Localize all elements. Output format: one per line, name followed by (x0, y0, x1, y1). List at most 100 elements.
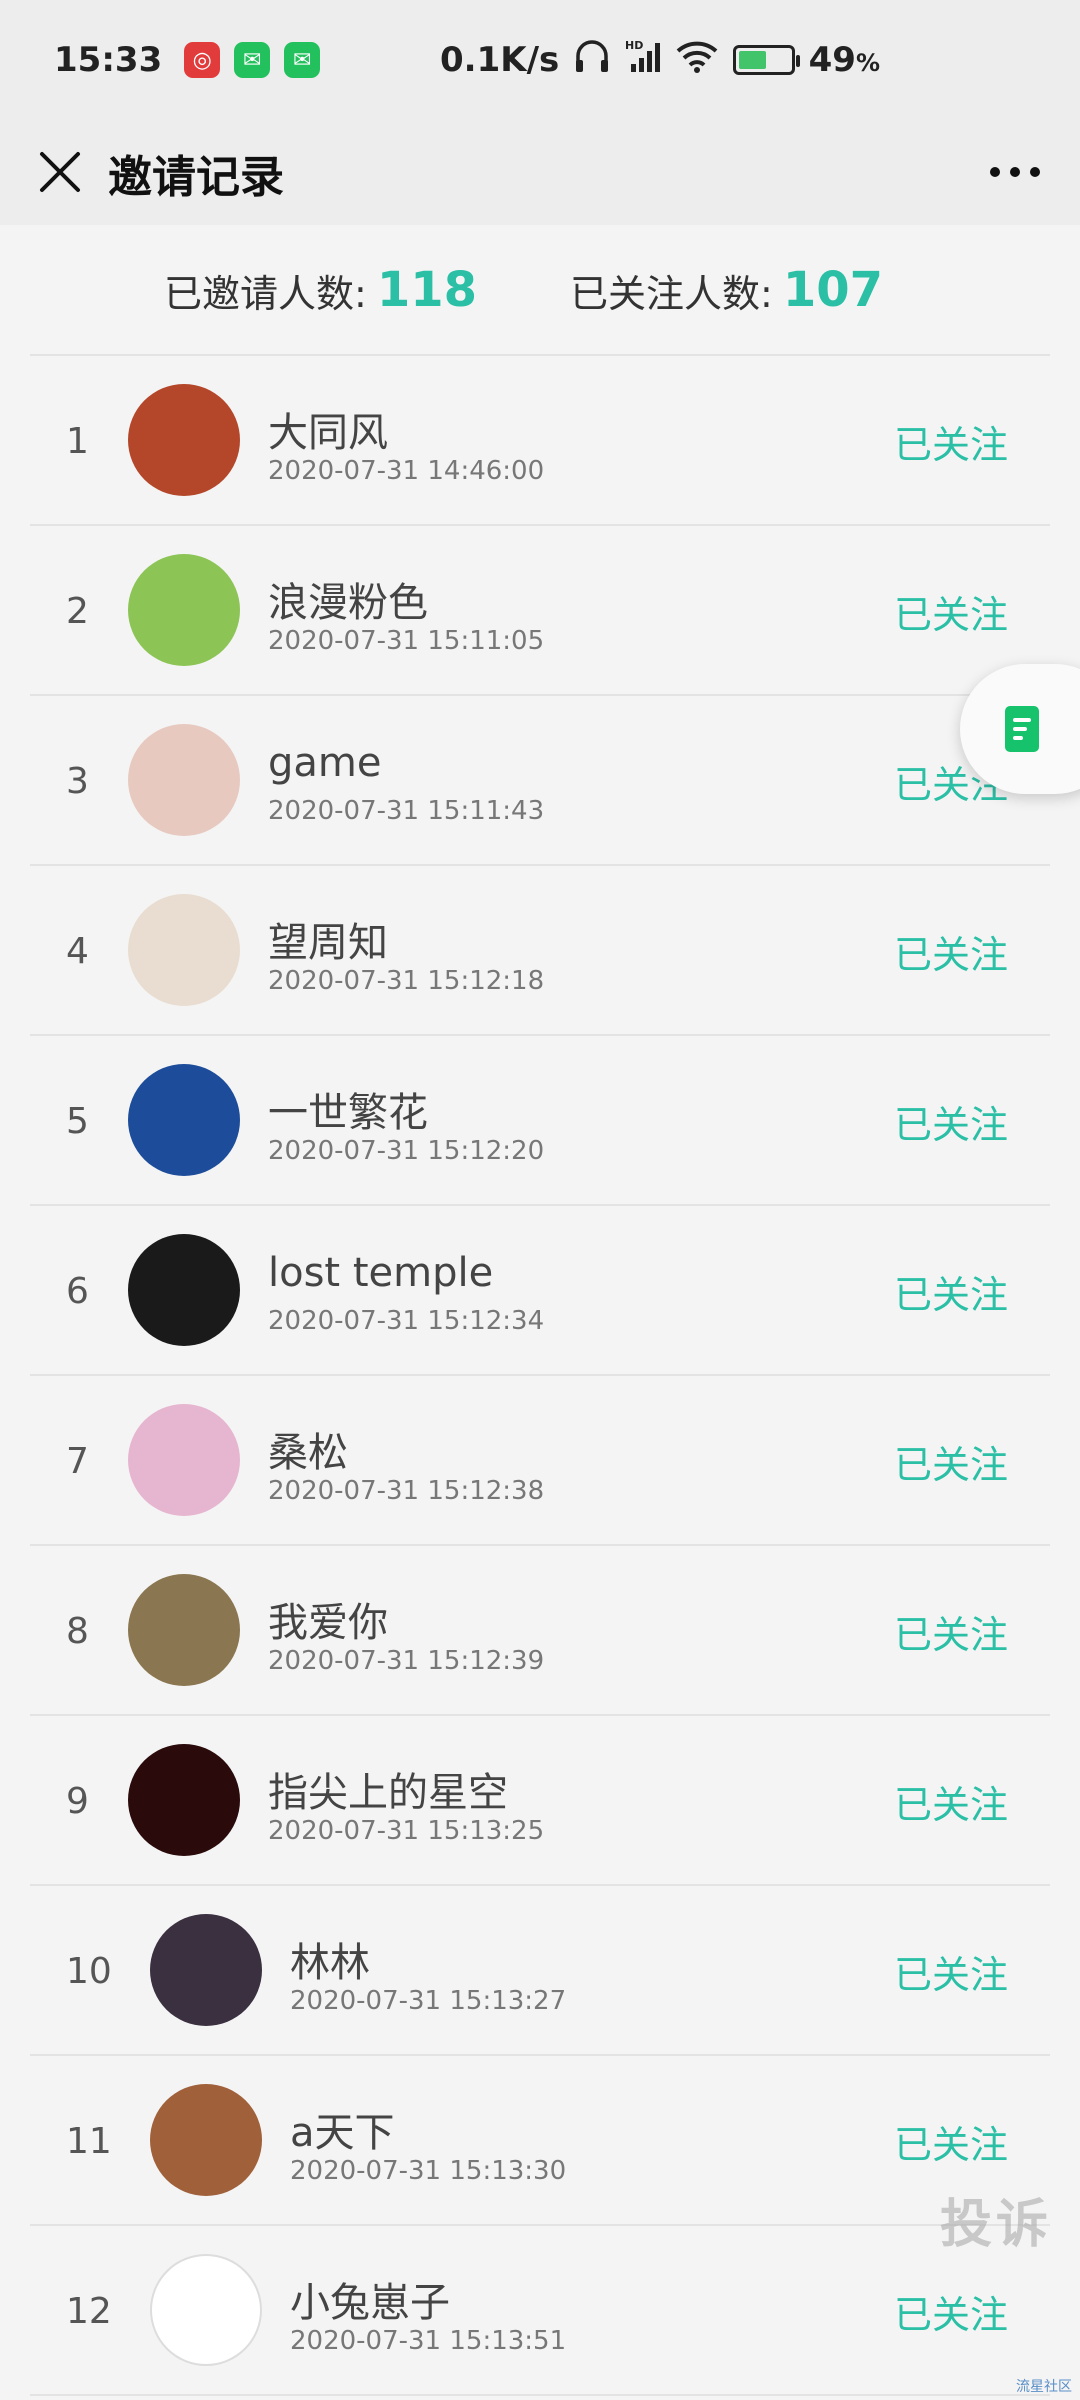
corner-watermark: 流星社区 (1016, 2379, 1072, 2395)
user-name: 桑松 (268, 1430, 348, 1476)
close-button[interactable] (28, 140, 92, 204)
invite-time: 2020-07-31 14:46:00 (268, 456, 545, 486)
list-item[interactable]: 3 game 2020-07-31 15:11:43 已关注 (30, 696, 1050, 866)
avatar[interactable] (128, 724, 240, 836)
avatar[interactable] (128, 1234, 240, 1346)
invited-label: 已邀请人数: (164, 271, 367, 316)
close-icon (40, 152, 80, 192)
battery-charging-icon (732, 45, 800, 75)
followed-count: 107 (782, 262, 884, 318)
avatar[interactable] (128, 1574, 240, 1686)
more-dots-icon (990, 167, 1000, 177)
follow-status: 已关注 (893, 1612, 1008, 1657)
list-item[interactable]: 11 a天下 2020-07-31 15:13:30 已关注 (30, 2056, 1050, 2226)
status-bar: 15:33 ◎ ✉ ✉ 0.1K/s HD 49% (0, 0, 1080, 120)
follow-status: 已关注 (893, 932, 1008, 977)
complain-watermark[interactable]: 投诉 (940, 2182, 1052, 2257)
followed-label: 已关注人数: (570, 271, 773, 316)
user-name: 指尖上的星空 (268, 1770, 508, 1816)
rank-number: 3 (66, 760, 89, 802)
list-item[interactable]: 1 大同风 2020-07-31 14:46:00 已关注 (30, 356, 1050, 526)
invite-time: 2020-07-31 15:11:43 (268, 796, 545, 826)
list-item[interactable]: 6 lost temple 2020-07-31 15:12:34 已关注 (30, 1206, 1050, 1376)
invite-stats: 已邀请人数: 118 已关注人数: 107 (0, 225, 1080, 355)
list-item[interactable]: 12 小兔崽子 2020-07-31 15:13:51 已关注 (30, 2226, 1050, 2396)
invite-time: 2020-07-31 15:11:05 (268, 626, 545, 656)
rank-number: 9 (66, 1780, 89, 1822)
invite-time: 2020-07-31 15:12:18 (268, 966, 545, 996)
user-name: lost temple (268, 1250, 494, 1296)
rank-number: 4 (66, 930, 89, 972)
invite-time: 2020-07-31 15:12:39 (268, 1646, 545, 1676)
rank-number: 7 (66, 1440, 89, 1482)
avatar[interactable] (128, 1064, 240, 1176)
user-name: 浪漫粉色 (268, 580, 428, 626)
follow-status: 已关注 (893, 1272, 1008, 1317)
list-item[interactable]: 8 我爱你 2020-07-31 15:12:39 已关注 (30, 1546, 1050, 1716)
more-dot (1030, 167, 1040, 177)
status-time: 15:33 (54, 40, 163, 80)
avatar[interactable] (150, 2084, 262, 2196)
rank-number: 10 (66, 1950, 112, 1992)
list-item[interactable]: 9 指尖上的星空 2020-07-31 15:13:25 已关注 (30, 1716, 1050, 1886)
invite-time: 2020-07-31 15:13:51 (290, 2326, 567, 2356)
floating-doc-button[interactable] (960, 664, 1080, 794)
invite-time: 2020-07-31 15:13:30 (290, 2156, 567, 2186)
avatar[interactable] (150, 1914, 262, 2026)
document-icon (1005, 706, 1039, 752)
rank-number: 2 (66, 590, 89, 632)
invite-list: 1 大同风 2020-07-31 14:46:00 已关注 2 浪漫粉色 2020-07-3… (30, 356, 1050, 2396)
list-item[interactable]: 5 一世繁花 2020-07-31 15:12:20 已关注 (30, 1036, 1050, 1206)
svg-text:HD: HD (625, 39, 643, 52)
invite-time: 2020-07-31 15:12:38 (268, 1476, 545, 1506)
follow-status: 已关注 (893, 1952, 1008, 1997)
user-name: 林林 (290, 1940, 370, 1986)
list-item[interactable]: 10 林林 2020-07-31 15:13:27 已关注 (30, 1886, 1050, 2056)
battery-percent: 49% (808, 40, 880, 80)
follow-status: 已关注 (893, 592, 1008, 637)
avatar[interactable] (128, 1404, 240, 1516)
rank-number: 12 (66, 2290, 112, 2332)
status-center: 0.1K/s HD (440, 0, 667, 120)
rank-number: 11 (66, 2120, 112, 2162)
hd-signal-icon: HD (625, 38, 667, 83)
user-name: game (268, 740, 382, 786)
user-name: 一世繁花 (268, 1090, 428, 1136)
invite-time: 2020-07-31 15:12:20 (268, 1136, 545, 1166)
rank-number: 5 (66, 1100, 89, 1142)
invited-count: 118 (376, 262, 478, 318)
list-item[interactable]: 7 桑松 2020-07-31 15:12:38 已关注 (30, 1376, 1050, 1546)
user-name: 望周知 (268, 920, 388, 966)
network-speed: 0.1K/s (440, 40, 560, 80)
avatar[interactable] (150, 2254, 262, 2366)
avatar[interactable] (128, 894, 240, 1006)
more-button[interactable] (980, 142, 1050, 202)
follow-status: 已关注 (893, 1442, 1008, 1487)
rank-number: 8 (66, 1610, 89, 1652)
follow-status: 已关注 (893, 422, 1008, 467)
netease-music-icon: ◎ (184, 42, 221, 78)
wifi-icon (675, 39, 719, 82)
avatar[interactable] (128, 554, 240, 666)
wechat-icon: ✉ (234, 42, 271, 78)
avatar[interactable] (128, 384, 240, 496)
avatar[interactable] (128, 1744, 240, 1856)
status-right: 49% (675, 0, 880, 120)
user-name: 我爱你 (268, 1600, 388, 1646)
wechat-icon: ✉ (284, 42, 321, 78)
follow-status: 已关注 (893, 1782, 1008, 1827)
headphone-icon (573, 38, 611, 83)
list-item[interactable]: 4 望周知 2020-07-31 15:12:18 已关注 (30, 866, 1050, 1036)
follow-status: 已关注 (893, 1102, 1008, 1147)
user-name: 大同风 (268, 410, 388, 456)
user-name: 小兔崽子 (290, 2280, 450, 2326)
rank-number: 6 (66, 1270, 89, 1312)
header: 邀请记录 (0, 120, 1080, 225)
invite-time: 2020-07-31 15:13:25 (268, 1816, 545, 1846)
invite-time: 2020-07-31 15:12:34 (268, 1306, 545, 1336)
more-dot (1010, 167, 1020, 177)
battery-fill (738, 51, 766, 69)
page-title: 邀请记录 (108, 151, 284, 203)
invited-count-stat: 已邀请人数: 118 (164, 225, 477, 355)
list-item[interactable]: 2 浪漫粉色 2020-07-31 15:11:05 已关注 (30, 526, 1050, 696)
